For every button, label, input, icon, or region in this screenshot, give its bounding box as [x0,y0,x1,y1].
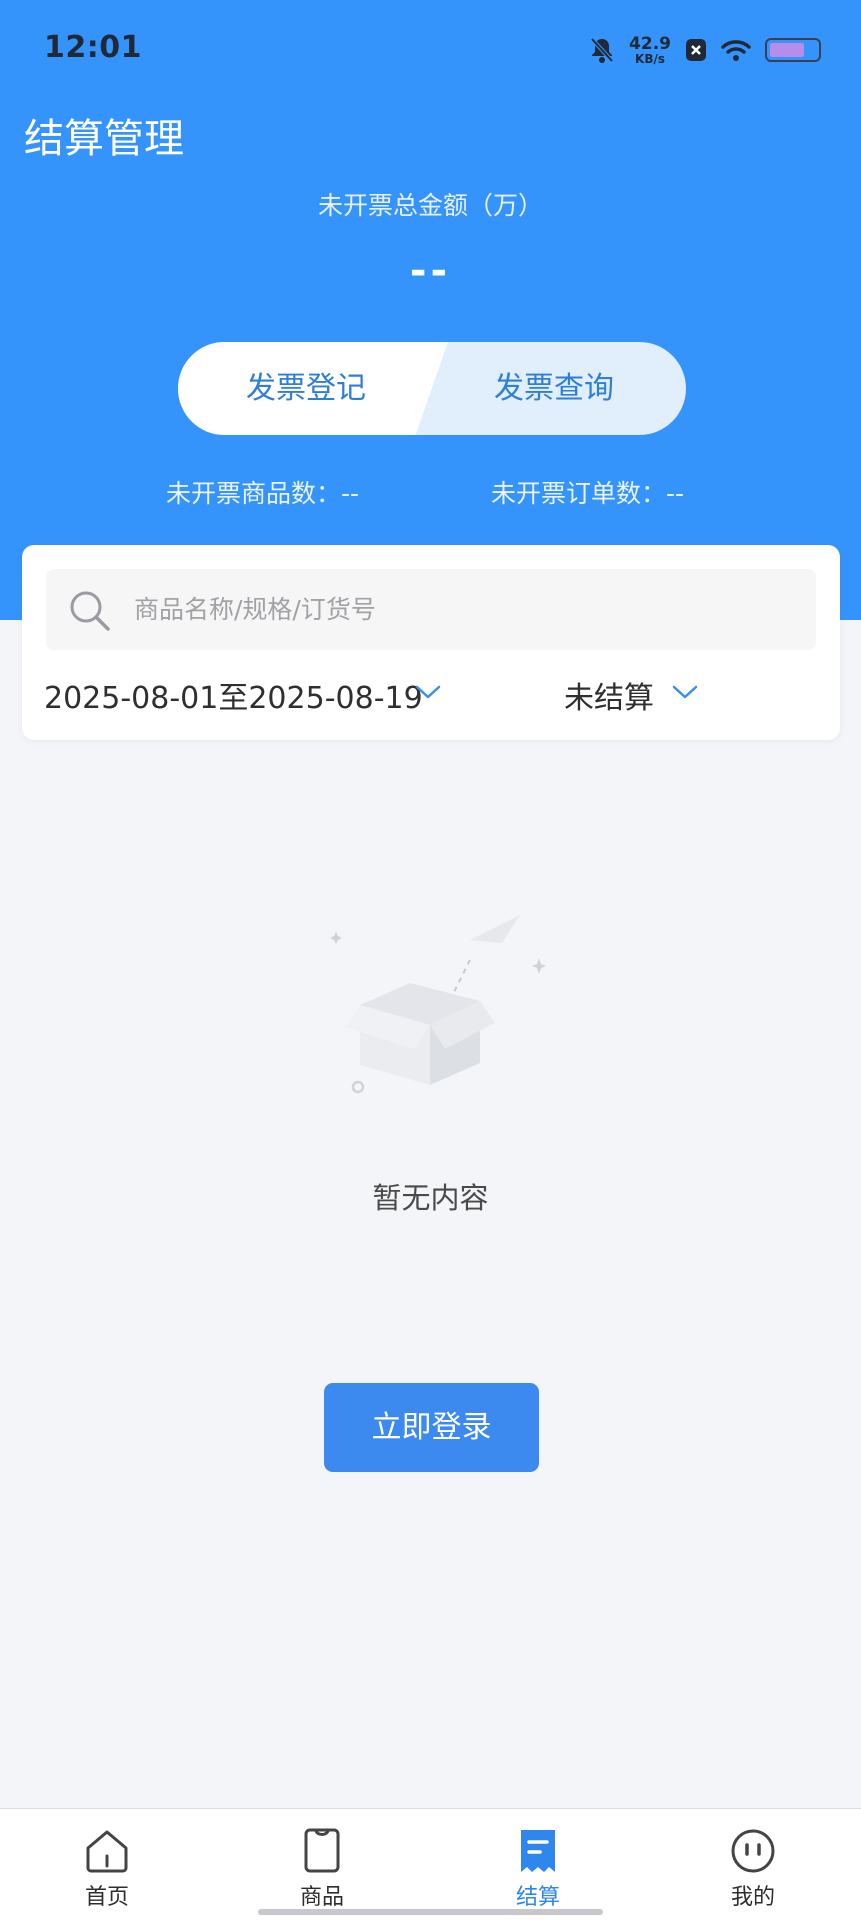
tab-settlement-label: 结算 [515,1885,560,1910]
settlement-icon [521,1830,555,1872]
network-speed-value: 42.9 [629,33,671,54]
uninvoiced-products-count: 未开票商品数：-- [166,479,360,508]
search-placeholder: 商品名称/规格/订货号 [134,595,376,624]
home-indicator [258,1909,603,1915]
search-input[interactable]: 商品名称/规格/订货号 [46,569,816,650]
bottom-tab-bar: 首页 商品 结算 我的 [0,1808,861,1921]
network-speed: 42.9 KB/s [629,33,671,66]
settlement-status-select[interactable]: 未结算 [564,673,654,717]
wifi-icon [721,40,751,61]
empty-state-text: 暂无内容 [372,1181,489,1215]
search-icon [70,591,110,631]
tab-home[interactable]: 首页 [47,1809,167,1921]
page-title: 结算管理 [24,116,184,162]
uninvoiced-orders-count: 未开票订单数：-- [491,479,685,508]
profile-icon [731,1829,775,1873]
total-amount-value: -- [409,248,452,294]
chevron-down-icon[interactable] [415,684,441,700]
tab-invoice-query[interactable]: 发票查询 [494,342,614,435]
tab-products[interactable]: 商品 [262,1809,382,1921]
status-icons: 42.9 KB/s [589,30,821,70]
invoice-segment-control: 发票登记 发票查询 [178,342,686,435]
status-time: 12:01 [44,30,142,65]
battery-icon [765,38,821,62]
tab-home-label: 首页 [84,1885,129,1910]
status-bar: 12:01 42.9 KB/s [0,0,861,100]
login-button[interactable]: 立即登录 [324,1383,539,1472]
tab-profile[interactable]: 我的 [693,1809,813,1921]
tab-settlement[interactable]: 结算 [478,1809,598,1921]
tab-products-label: 商品 [299,1885,344,1910]
date-range-select[interactable]: 2025-08-01至2025-08-19 [44,673,423,717]
tab-profile-label: 我的 [730,1885,775,1910]
mute-bell-icon [590,37,614,63]
app-notification-icon [686,39,706,61]
filter-card: 商品名称/规格/订货号 2025-08-01至2025-08-19 未结算 [22,545,840,740]
product-icon [304,1828,340,1873]
tab-invoice-register-label[interactable]: 发票登记 [246,342,366,435]
home-icon [86,1830,128,1873]
network-speed-unit: KB/s [635,51,666,66]
empty-box-illustration [330,915,546,1094]
chevron-down-icon[interactable] [672,684,698,700]
total-amount-label: 未开票总金额（万） [317,191,543,220]
